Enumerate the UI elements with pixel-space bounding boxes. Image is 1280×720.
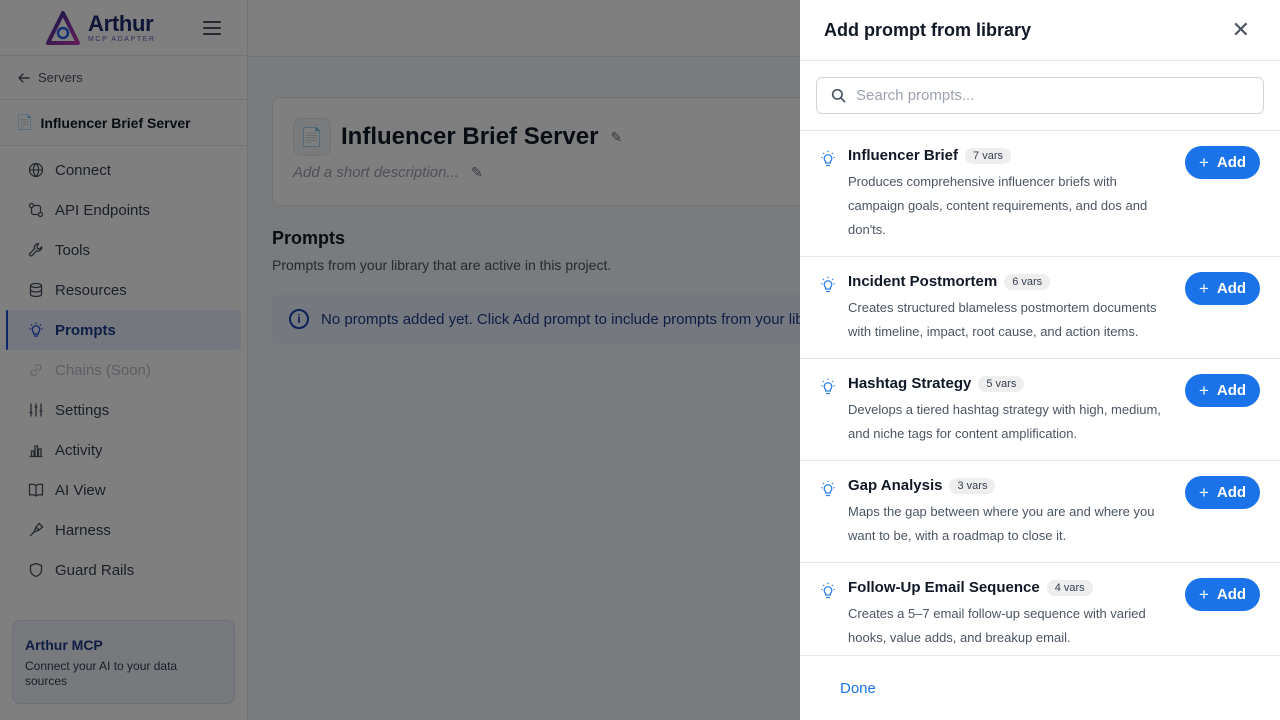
- list-item: Hashtag Strategy 5 vars Develops a tiere…: [800, 359, 1280, 461]
- prompt-name: Incident Postmortem: [848, 273, 998, 290]
- drawer-header: Add prompt from library ✕: [800, 0, 1280, 61]
- prompt-description: Produces comprehensive influencer briefs…: [848, 174, 1148, 237]
- add-prompt-button[interactable]: + Add: [1185, 272, 1260, 305]
- search-input[interactable]: [856, 87, 1236, 104]
- list-item: Follow-Up Email Sequence 4 vars Creates …: [800, 563, 1280, 655]
- lightbulb-icon: [821, 480, 835, 497]
- search-box: [816, 77, 1264, 114]
- vars-badge: 6 vars: [1004, 273, 1051, 290]
- add-label: Add: [1216, 154, 1247, 171]
- vars-badge: 5 vars: [978, 375, 1025, 392]
- lightbulb-icon: [821, 378, 835, 395]
- search-container: [800, 61, 1280, 131]
- vars-badge: 4 vars: [1046, 579, 1093, 596]
- vars-badge: 3 vars: [949, 477, 996, 494]
- list-item: Influencer Brief 7 vars Produces compreh…: [800, 131, 1280, 257]
- lightbulb-icon: [821, 582, 835, 599]
- add-prompt-button[interactable]: + Add: [1185, 578, 1260, 611]
- prompt-name: Follow-Up Email Sequence: [848, 579, 1040, 596]
- prompt-description: Creates structured blameless postmortem …: [848, 300, 1157, 339]
- add-label: Add: [1216, 280, 1247, 297]
- plus-icon: +: [1198, 585, 1209, 604]
- search-icon: [831, 88, 846, 103]
- close-icon[interactable]: ✕: [1232, 19, 1250, 41]
- add-prompt-button[interactable]: + Add: [1185, 476, 1260, 509]
- prompt-description: Maps the gap between where you are and w…: [848, 504, 1155, 543]
- add-label: Add: [1216, 586, 1247, 603]
- lightbulb-icon: [821, 276, 835, 293]
- add-prompt-drawer: Add prompt from library ✕ Influencer Bri…: [800, 0, 1280, 720]
- drawer-footer: Done: [800, 655, 1280, 720]
- prompt-list: Influencer Brief 7 vars Produces compreh…: [800, 131, 1280, 655]
- add-label: Add: [1216, 382, 1247, 399]
- prompt-name: Hashtag Strategy: [848, 375, 972, 392]
- add-prompt-button[interactable]: + Add: [1185, 374, 1260, 407]
- vars-badge: 7 vars: [965, 147, 1011, 164]
- plus-icon: +: [1198, 483, 1209, 502]
- done-button[interactable]: Done: [840, 680, 876, 697]
- lightbulb-icon: [821, 150, 835, 167]
- list-item: Incident Postmortem 6 vars Creates struc…: [800, 257, 1280, 359]
- plus-icon: +: [1198, 153, 1209, 172]
- prompt-name: Gap Analysis: [848, 477, 943, 494]
- prompt-description: Develops a tiered hashtag strategy with …: [848, 402, 1161, 441]
- plus-icon: +: [1198, 279, 1209, 298]
- add-label: Add: [1216, 484, 1247, 501]
- add-prompt-button[interactable]: + Add: [1185, 146, 1260, 179]
- drawer-title: Add prompt from library: [824, 19, 1032, 40]
- plus-icon: +: [1198, 381, 1209, 400]
- list-item: Gap Analysis 3 vars Maps the gap between…: [800, 461, 1280, 563]
- prompt-name: Influencer Brief: [848, 147, 959, 164]
- prompt-description: Creates a 5–7 email follow-up sequence w…: [848, 606, 1146, 645]
